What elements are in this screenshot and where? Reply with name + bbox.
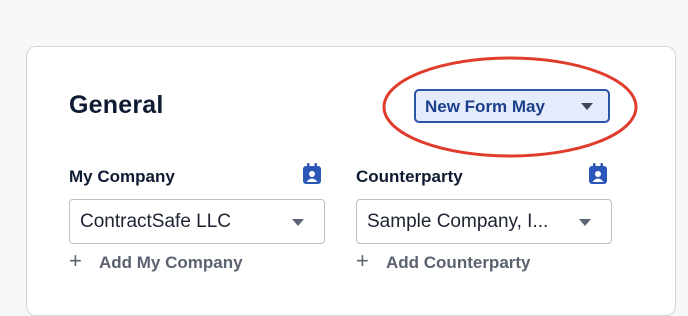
chevron-down-icon bbox=[579, 219, 591, 226]
my-company-select[interactable]: ContractSafe LLC bbox=[69, 199, 325, 244]
add-my-company-text: Add My Company bbox=[99, 253, 243, 272]
form-type-dropdown[interactable]: New Form May bbox=[414, 89, 610, 123]
counterparty-label: Counterparty bbox=[356, 167, 463, 186]
chevron-down-icon bbox=[581, 103, 593, 110]
counterparty-select-value: Sample Company, I... bbox=[367, 211, 549, 232]
section-title: General bbox=[69, 91, 164, 119]
calendar-user-icon[interactable] bbox=[587, 163, 609, 185]
add-counterparty-link[interactable]: + Add Counterparty bbox=[356, 250, 566, 274]
add-my-company-link[interactable]: + Add My Company bbox=[69, 250, 269, 274]
general-card: General New Form May My Company Contract… bbox=[26, 46, 676, 316]
plus-icon: + bbox=[356, 248, 369, 273]
my-company-select-value: ContractSafe LLC bbox=[80, 211, 232, 232]
calendar-user-icon[interactable] bbox=[301, 163, 323, 185]
my-company-label: My Company bbox=[69, 167, 175, 186]
add-counterparty-text: Add Counterparty bbox=[386, 253, 531, 272]
counterparty-select[interactable]: Sample Company, I... bbox=[356, 199, 612, 244]
chevron-down-icon bbox=[292, 219, 304, 226]
form-type-dropdown-value: New Form May bbox=[425, 97, 545, 116]
plus-icon: + bbox=[69, 248, 82, 273]
